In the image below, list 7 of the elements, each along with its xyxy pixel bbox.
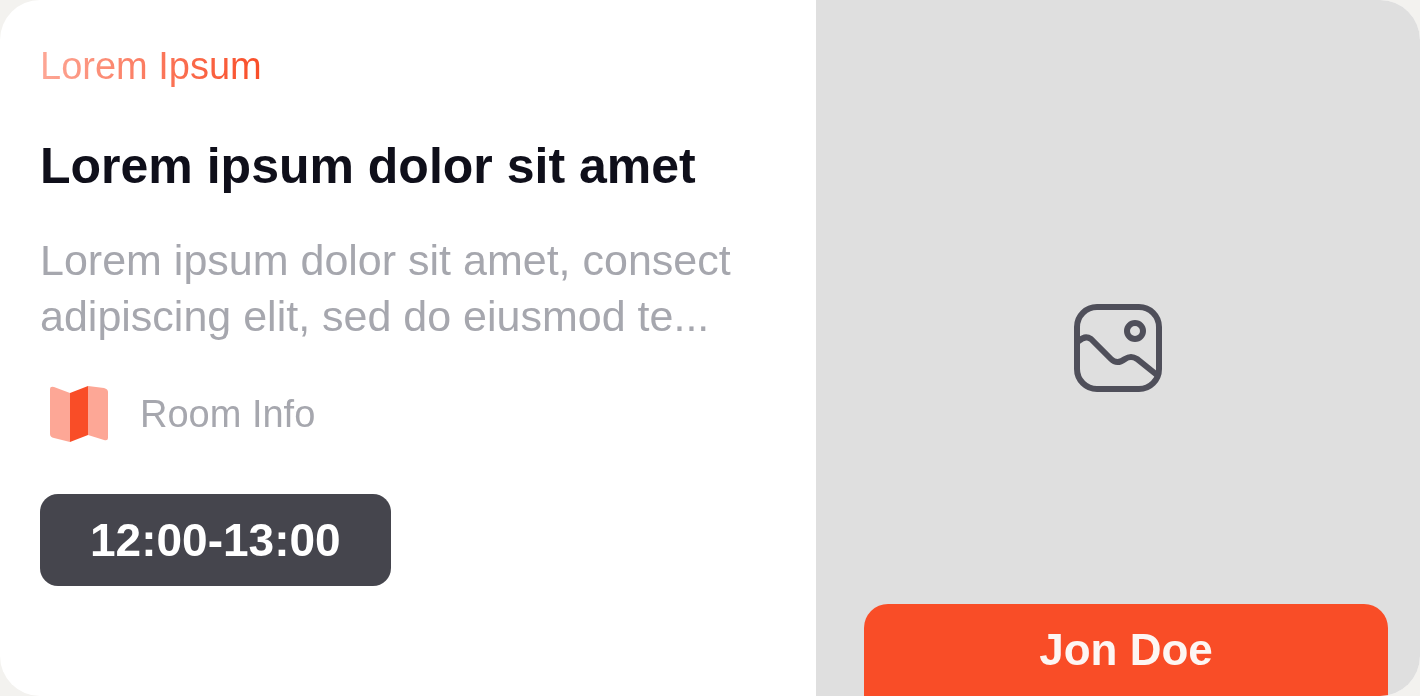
event-title: Lorem ipsum dolor sit amet bbox=[40, 137, 696, 196]
location-label: Room Info bbox=[140, 392, 316, 436]
image-icon bbox=[1073, 303, 1163, 393]
event-description: Lorem ipsum dolor sit amet, consect adipiscing elit, sed do eiusmod te... bbox=[40, 235, 732, 342]
map-icon bbox=[48, 384, 110, 444]
host-button[interactable]: Jon Doe bbox=[864, 604, 1388, 696]
time-badge: 12:00-13:00 bbox=[40, 494, 391, 586]
